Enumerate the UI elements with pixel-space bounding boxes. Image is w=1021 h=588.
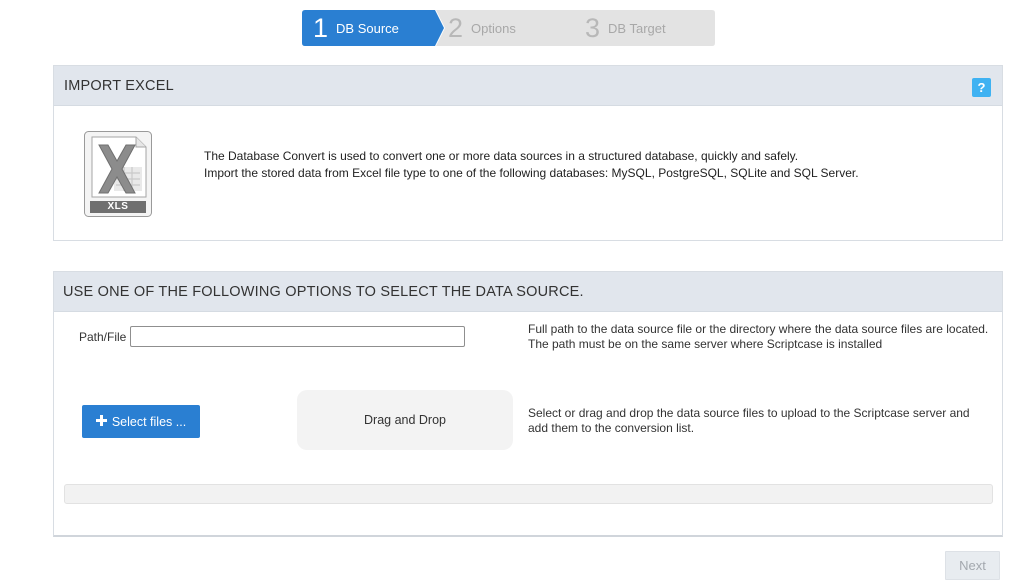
next-button[interactable]: Next — [945, 551, 1000, 580]
select-files-button[interactable]: Select files ... — [82, 405, 200, 438]
description-line: The Database Convert is used to convert … — [204, 149, 799, 163]
upload-progress-bar — [64, 484, 993, 504]
wizard-step-label: Options — [471, 20, 516, 36]
wizard-step-options[interactable]: 2 Options — [436, 10, 582, 46]
import-excel-panel: IMPORT EXCEL ? XLS The Database Convert … — [53, 65, 1003, 241]
panel-header: IMPORT EXCEL — [54, 66, 1002, 106]
dropzone-label: Drag and Drop — [364, 413, 446, 427]
wizard-step-label: DB Source — [336, 20, 399, 36]
import-description: The Database Convert is used to convert … — [204, 148, 859, 182]
description-line: Import the stored data from Excel file t… — [204, 166, 859, 180]
path-file-label: Path/File — [79, 330, 127, 344]
help-line: The path must be on the same server wher… — [528, 336, 883, 351]
help-line: add them to the conversion list. — [528, 420, 695, 435]
help-icon: ? — [977, 80, 986, 95]
wizard-step-number: 3 — [585, 13, 601, 43]
help-button[interactable]: ? — [972, 78, 991, 97]
panel-title: USE ONE OF THE FOLLOWING OPTIONS TO SELE… — [63, 283, 584, 300]
path-help-text: Full path to the data source file or the… — [528, 322, 988, 351]
drag-and-drop-zone[interactable]: Drag and Drop — [297, 390, 513, 450]
wizard-step-label: DB Target — [608, 20, 666, 36]
upload-help-text: Select or drag and drop the data source … — [528, 406, 970, 435]
xls-badge-label: XLS — [107, 201, 129, 212]
help-line: Select or drag and drop the data source … — [528, 406, 970, 420]
panel-title: IMPORT EXCEL — [64, 77, 174, 94]
select-files-label: Select files ... — [111, 414, 187, 429]
excel-xls-icon: XLS — [84, 131, 152, 217]
panel-header: USE ONE OF THE FOLLOWING OPTIONS TO SELE… — [54, 272, 1002, 312]
help-line: Full path to the data source file or the… — [528, 322, 989, 336]
wizard-step-number: 2 — [448, 13, 464, 43]
plus-icon — [95, 414, 107, 430]
wizard-steps: 1 DB Source 2 Options 3 DB Target — [302, 10, 715, 46]
wizard-step-number: 1 — [313, 13, 329, 43]
wizard-step-db-source[interactable]: 1 DB Source — [302, 10, 444, 46]
path-file-input[interactable] — [130, 326, 465, 347]
wizard-step-db-target[interactable]: 3 DB Target — [572, 10, 715, 46]
data-source-panel: USE ONE OF THE FOLLOWING OPTIONS TO SELE… — [53, 271, 1003, 537]
